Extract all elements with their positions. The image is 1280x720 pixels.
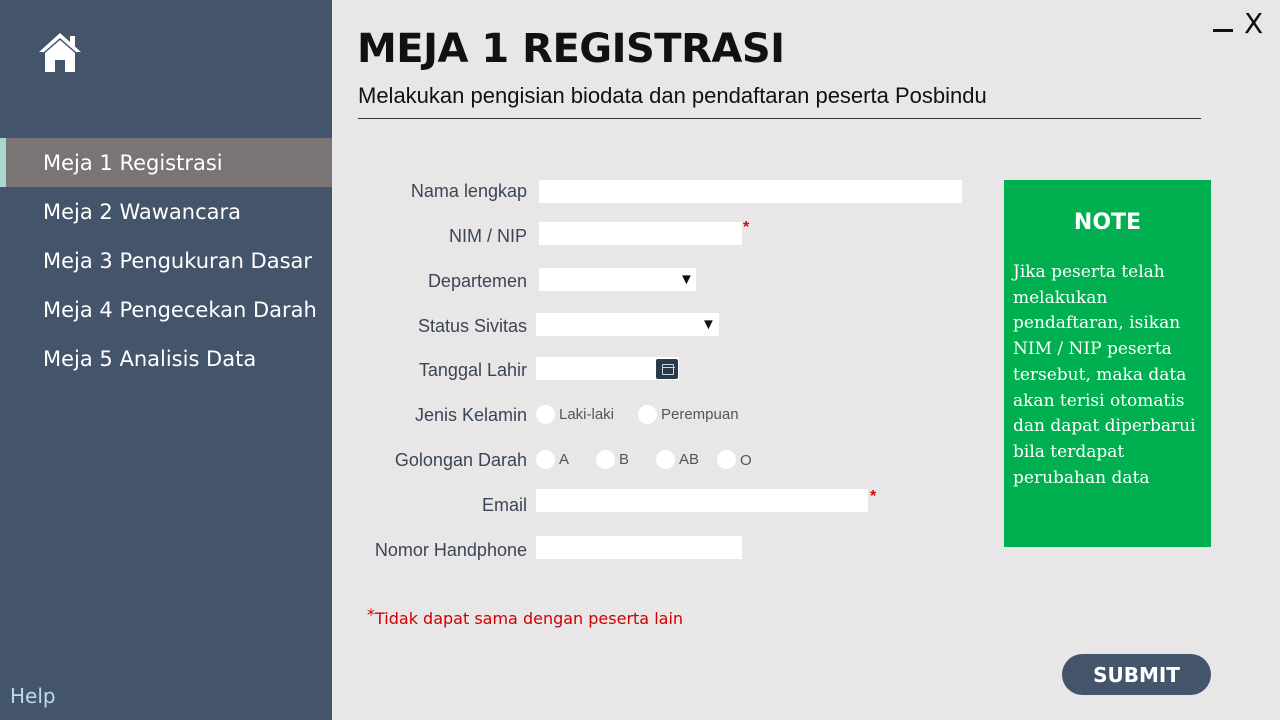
golongan-label: Golongan Darah bbox=[394, 450, 527, 470]
note-title: NOTE bbox=[1073, 210, 1142, 235]
radio-label: A bbox=[559, 451, 570, 468]
sidebar-item-meja-1[interactable]: Meja 1 Registrasi bbox=[0, 138, 332, 187]
status-select[interactable] bbox=[536, 313, 719, 336]
home-icon[interactable] bbox=[36, 30, 84, 74]
radio-golongan-o[interactable] bbox=[717, 450, 736, 469]
radio-label: Laki-laki bbox=[559, 406, 615, 423]
close-icon[interactable]: X bbox=[1244, 10, 1266, 38]
departemen-label: Departemen bbox=[427, 271, 527, 291]
nama-input[interactable] bbox=[539, 180, 962, 203]
note-text: Jika peserta telah melakukan pendaftaran… bbox=[1013, 262, 1196, 488]
page-title: MEJA 1 REGISTRASI bbox=[357, 26, 785, 72]
nama-label: Nama lengkap bbox=[410, 181, 527, 201]
radio-perempuan[interactable] bbox=[638, 405, 657, 424]
required-mark: * bbox=[870, 488, 877, 505]
chevron-down-icon[interactable]: ▼ bbox=[679, 271, 694, 288]
departemen-select[interactable] bbox=[539, 268, 696, 291]
calendar-icon[interactable] bbox=[656, 359, 678, 379]
sidebar: Meja 1 Registrasi Meja 2 Wawancara Meja … bbox=[0, 0, 332, 720]
help-link[interactable]: Help bbox=[10, 684, 56, 708]
hp-label: Nomor Handphone bbox=[374, 540, 527, 560]
tanggal-label: Tanggal Lahir bbox=[418, 360, 527, 380]
sidebar-item-label: Meja 3 Pengukuran Dasar bbox=[43, 249, 313, 273]
sidebar-item-label: Meja 1 Registrasi bbox=[43, 151, 223, 175]
nim-label: NIM / NIP bbox=[448, 226, 527, 246]
radio-golongan-ab[interactable] bbox=[656, 450, 675, 469]
status-label: Status Sivitas bbox=[417, 316, 527, 336]
radio-label: O bbox=[740, 452, 752, 469]
sidebar-item-label: Meja 4 Pengecekan Darah bbox=[43, 298, 317, 322]
page-subtitle: Melakukan pengisian biodata dan pendafta… bbox=[358, 83, 987, 108]
email-label: Email bbox=[481, 495, 527, 515]
radio-label: Perempuan bbox=[661, 406, 739, 423]
email-field[interactable] bbox=[536, 489, 868, 512]
radio-golongan-b[interactable] bbox=[596, 450, 615, 469]
required-mark: * bbox=[743, 219, 750, 236]
divider bbox=[358, 118, 1201, 119]
hp-input[interactable] bbox=[536, 536, 742, 559]
sidebar-item-meja-3[interactable]: Meja 3 Pengukuran Dasar bbox=[0, 236, 332, 285]
sidebar-item-meja-5[interactable]: Meja 5 Analisis Data bbox=[0, 334, 332, 383]
nim-input[interactable] bbox=[539, 222, 742, 245]
submit-button[interactable]: SUBMIT bbox=[1062, 654, 1211, 695]
chevron-down-icon[interactable]: ▼ bbox=[701, 316, 716, 333]
required-footnote: *Tidak dapat sama dengan peserta lain bbox=[367, 605, 683, 628]
footnote-text: Tidak dapat sama dengan peserta lain bbox=[375, 609, 684, 628]
jenis-label: Jenis Kelamin bbox=[414, 405, 527, 425]
radio-golongan-a[interactable] bbox=[536, 450, 555, 469]
sidebar-item-label: Meja 5 Analisis Data bbox=[43, 347, 257, 371]
sidebar-item-meja-4[interactable]: Meja 4 Pengecekan Darah bbox=[0, 285, 332, 334]
radio-laki-laki[interactable] bbox=[536, 405, 555, 424]
minimize-icon[interactable] bbox=[1211, 18, 1235, 34]
note-box: NOTE Jika peserta telah melakukan pendaf… bbox=[1004, 180, 1211, 547]
required-mark: * bbox=[367, 605, 375, 624]
radio-label: AB bbox=[679, 451, 700, 468]
radio-label: B bbox=[619, 451, 630, 468]
sidebar-item-meja-2[interactable]: Meja 2 Wawancara bbox=[0, 187, 332, 236]
sidebar-item-label: Meja 2 Wawancara bbox=[43, 200, 242, 224]
sidebar-nav: Meja 1 Registrasi Meja 2 Wawancara Meja … bbox=[0, 138, 332, 383]
